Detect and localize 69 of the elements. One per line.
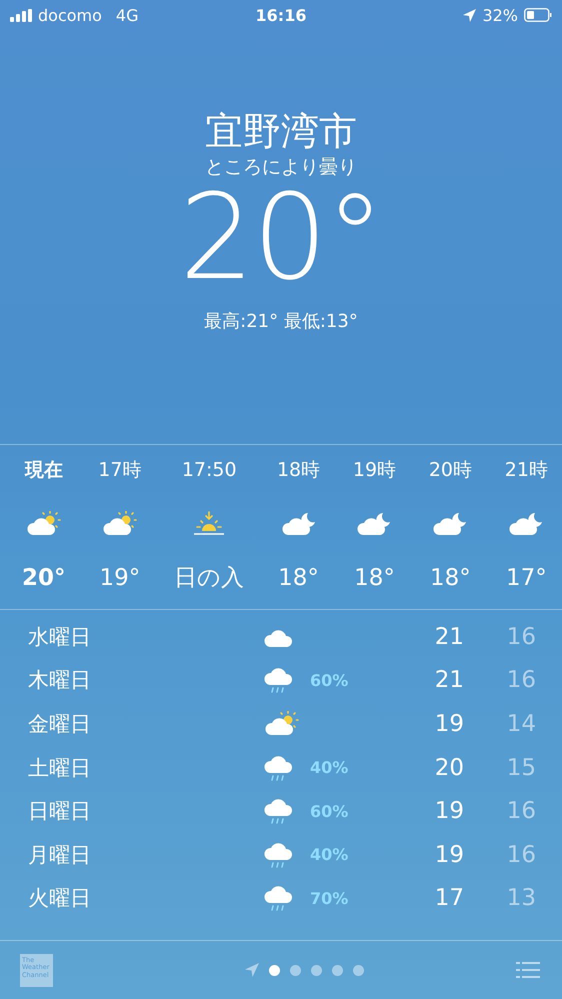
hour-temperature: 日の入 (174, 564, 244, 593)
low-temperature: 16 (506, 624, 536, 650)
cloud-moon-icon (280, 511, 317, 537)
high-temperature: 17 (434, 885, 464, 912)
weekday-label: 火曜日 (28, 885, 92, 912)
hour-temperature: 18° (278, 564, 319, 593)
high-low-temperature: 最高:21° 最低:13° (204, 310, 358, 334)
cloud-moon-icon (356, 511, 392, 537)
hour-label: 19時 (352, 458, 396, 483)
low-temperature: 13 (506, 885, 536, 912)
precipitation-chance: 70% (309, 888, 348, 908)
precipitation-chance: 40% (309, 845, 348, 864)
weekday-label: 月曜日 (28, 842, 92, 869)
hour-label: 17時 (98, 458, 142, 483)
list-icon[interactable] (516, 962, 540, 978)
rain-icon (264, 796, 294, 826)
low-temperature: 15 (506, 754, 536, 781)
page-dot[interactable] (269, 964, 280, 976)
hour-label: 18時 (276, 458, 320, 483)
weekday-label: 木曜日 (28, 667, 92, 694)
hour-label: 現在 (24, 458, 63, 483)
partly-cloudy-icon (26, 511, 62, 537)
location-arrow-icon (463, 8, 476, 22)
sunset-icon (192, 511, 226, 537)
low-temperature: 16 (506, 667, 536, 694)
battery-icon (524, 8, 552, 22)
page-dot[interactable] (290, 964, 301, 976)
weather-condition: ところにより曇り (205, 155, 357, 180)
weekday-label: 水曜日 (28, 624, 92, 651)
hour-temperature: 18° (430, 564, 471, 593)
high-temperature: 19 (434, 798, 464, 824)
network-type: 4G (116, 6, 138, 24)
page-dot[interactable] (353, 964, 364, 976)
page-dot[interactable] (311, 964, 322, 976)
hour-label: 17:50 (182, 458, 237, 483)
high-temperature: 21 (434, 667, 464, 694)
hour-temperature: 18° (354, 564, 395, 593)
hour-label: 21時 (504, 458, 548, 483)
rain-icon (264, 665, 294, 696)
precipitation-chance: 40% (309, 758, 348, 778)
precipitation-chance: 60% (309, 802, 348, 821)
cloud-moon-icon (508, 511, 544, 537)
cloud-moon-icon (432, 511, 468, 537)
page-dot[interactable] (332, 964, 343, 976)
current-temperature: 20° (179, 180, 383, 294)
partly-cloudy-icon (264, 710, 300, 737)
battery-percent: 32% (482, 6, 518, 24)
precipitation-chance: 60% (309, 670, 348, 690)
weekday-label: 土曜日 (28, 754, 92, 782)
city-name: 宜野湾市 (205, 108, 357, 154)
hour-temperature: 17° (506, 564, 547, 593)
high-temperature: 21 (434, 624, 464, 650)
high-temperature: 20 (434, 754, 464, 781)
location-arrow-icon[interactable] (245, 963, 259, 977)
low-temperature: 14 (506, 710, 536, 737)
rain-icon (264, 883, 294, 914)
carrier-name: docomo (38, 6, 102, 24)
hour-label: 20時 (428, 458, 472, 483)
hour-temperature: 19° (99, 564, 140, 593)
low-temperature: 16 (506, 798, 536, 824)
hour-temperature: 20° (22, 564, 66, 593)
low-temperature: 16 (506, 842, 536, 868)
clock-time: 16:16 (256, 6, 306, 24)
weekday-label: 金曜日 (28, 710, 92, 738)
weekday-label: 日曜日 (28, 798, 92, 826)
partly-cloudy-icon (102, 511, 138, 537)
high-temperature: 19 (434, 710, 464, 737)
high-temperature: 19 (434, 842, 464, 868)
signal-icon (10, 8, 32, 22)
